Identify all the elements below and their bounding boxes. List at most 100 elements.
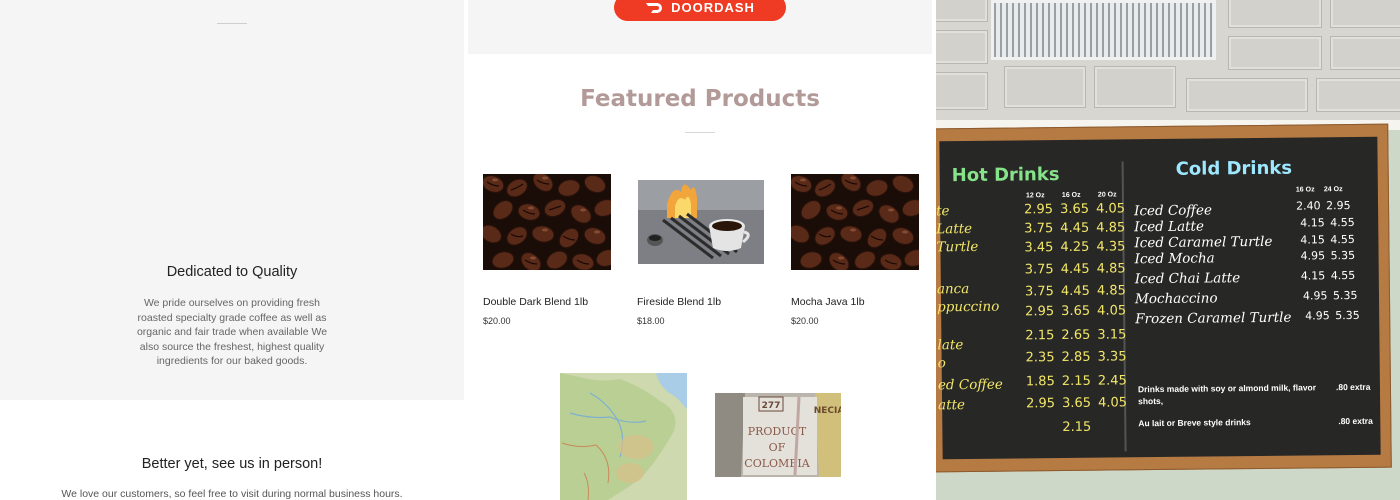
size-label: 16 Oz	[1295, 186, 1315, 194]
product-card[interactable]: Mocha Java 1lb $20.00	[791, 174, 919, 326]
price: 4.05	[1098, 395, 1128, 411]
doordash-button[interactable]: DOORDASH	[614, 0, 786, 21]
product-price: $20.00	[483, 316, 511, 326]
price: 4.55	[1330, 232, 1355, 247]
price: 4.35	[1096, 239, 1126, 255]
sack-word: COLOMBIA	[744, 457, 810, 470]
price: 3.75	[1024, 262, 1054, 278]
divider	[685, 132, 715, 133]
product-image-colombia-sack[interactable]: 277 PRODUCT OF COLOMBIA NECIA	[715, 393, 841, 477]
price: 2.15	[1061, 373, 1091, 390]
menu-item-name: te	[936, 203, 950, 220]
size-label: 16 Oz	[1061, 191, 1081, 200]
product-name[interactable]: Mocha Java 1lb	[791, 296, 919, 308]
product-card[interactable]: Double Dark Blend 1lb $20.00	[483, 174, 611, 326]
menu-item-name: o	[937, 355, 946, 372]
menu-note: Au lait or Breve style drinks	[1138, 417, 1251, 429]
menu-note: Drinks made with soy or almond milk, fla…	[1137, 382, 1317, 407]
product-name[interactable]: Double Dark Blend 1lb	[483, 296, 611, 308]
price: 3.15	[1097, 327, 1127, 343]
divider	[217, 23, 247, 24]
menu-item-name: Latte	[936, 220, 973, 238]
sack-word: OF	[769, 441, 786, 454]
price: 5.35	[1332, 288, 1358, 303]
menu-item-name: atte	[938, 397, 966, 414]
quality-description: We pride ourselves on providing fresh ro…	[136, 297, 328, 367]
product-image-fireside-cup[interactable]	[637, 174, 765, 270]
price: 2.95	[1325, 198, 1351, 213]
price: 5.35	[1330, 248, 1356, 263]
size-label: 12 Oz	[1025, 192, 1045, 200]
price: 2.40	[1295, 199, 1321, 213]
doordash-label: DOORDASH	[671, 0, 755, 15]
menu-board: Hot Drinks Cold Drinks 12 Oz 16 Oz 20 Oz…	[936, 136, 1381, 460]
product-image-brazil-map[interactable]	[560, 373, 687, 500]
menu-item-name: ppuccino	[937, 298, 1000, 316]
menu-item-name: Frozen Caramel Turtle	[1135, 309, 1292, 328]
price: 3.65	[1062, 395, 1092, 412]
price: 2.95	[1023, 202, 1054, 218]
price: 4.85	[1096, 283, 1126, 299]
menu-note-price: .80 extra	[1338, 415, 1373, 427]
menu-note-price: .80 extra	[1335, 381, 1371, 393]
price: 2.95	[1026, 396, 1056, 412]
visit-heading: Better yet, see us in person!	[141, 456, 323, 472]
price: 2.65	[1061, 327, 1091, 344]
price: 2.35	[1025, 350, 1055, 366]
quality-heading: Dedicated to Quality	[166, 264, 298, 280]
sack-number: 277	[762, 401, 781, 411]
product-price: $20.00	[791, 316, 819, 326]
price: 2.95	[1025, 304, 1055, 320]
price: 3.75	[1024, 221, 1054, 237]
price: 4.45	[1060, 283, 1090, 300]
product-image-coffee-beans[interactable]	[791, 174, 919, 270]
price: 4.45	[1060, 220, 1090, 237]
product-name[interactable]: Fireside Blend 1lb	[637, 296, 765, 308]
hot-drinks-title: Hot Drinks	[951, 164, 1060, 187]
price: 3.65	[1059, 201, 1090, 218]
price: 4.55	[1330, 215, 1355, 230]
menu-item-name: Iced Caramel Turtle	[1134, 233, 1273, 252]
menu-board-frame: Hot Drinks Cold Drinks 12 Oz 16 Oz 20 Oz…	[936, 123, 1392, 473]
menu-item-name: Iced Coffee	[1134, 202, 1212, 220]
price: 2.15	[1062, 419, 1092, 436]
price: 4.85	[1096, 261, 1126, 277]
price: 4.95	[1302, 289, 1328, 303]
menu-item-name: Iced Latte	[1134, 218, 1205, 236]
menu-item-name: anca	[936, 280, 970, 298]
price: 2.15	[1025, 328, 1055, 344]
price: 1.85	[1025, 374, 1055, 390]
ceiling	[936, 0, 1400, 128]
price: 4.15	[1300, 216, 1325, 230]
price: 4.15	[1300, 269, 1326, 283]
menu-item-name: ed Coffee	[937, 376, 1003, 394]
sack-corner-text: NECIA	[814, 406, 841, 416]
size-label: 20 Oz	[1097, 191, 1117, 199]
price: 4.25	[1060, 239, 1090, 256]
product-price: $18.00	[637, 316, 665, 326]
menu-item-name: Turtle	[936, 238, 979, 256]
menu-board-photo: Hot Drinks Cold Drinks 12 Oz 16 Oz 20 Oz…	[936, 0, 1400, 500]
featured-section: DOORDASH Featured Products Double Dark B…	[468, 0, 932, 500]
price: 4.15	[1300, 233, 1325, 247]
price: 4.55	[1330, 268, 1356, 283]
price: 2.85	[1061, 349, 1091, 366]
price: 4.85	[1096, 220, 1126, 236]
menu-item-name: Iced Chai Latte	[1134, 270, 1241, 288]
ceiling-vent	[991, 0, 1216, 60]
price: 3.65	[1061, 303, 1091, 320]
menu-item-name: Iced Mocha	[1134, 250, 1215, 268]
product-image-coffee-beans[interactable]	[483, 174, 611, 270]
price: 5.35	[1335, 308, 1360, 323]
price: 4.05	[1095, 201, 1126, 217]
cold-drinks-title: Cold Drinks	[1175, 157, 1293, 180]
price: 4.95	[1305, 309, 1330, 323]
menu-item-name: late	[937, 337, 964, 354]
size-label: 24 Oz	[1323, 186, 1343, 194]
doordash-logo-icon	[646, 2, 663, 13]
price: 4.95	[1300, 249, 1326, 263]
featured-products-title: Featured Products	[580, 86, 820, 112]
price: 4.05	[1097, 303, 1127, 319]
product-card[interactable]: Fireside Blend 1lb $18.00	[637, 174, 765, 326]
menu-item-name: Mochaccino	[1134, 290, 1218, 308]
